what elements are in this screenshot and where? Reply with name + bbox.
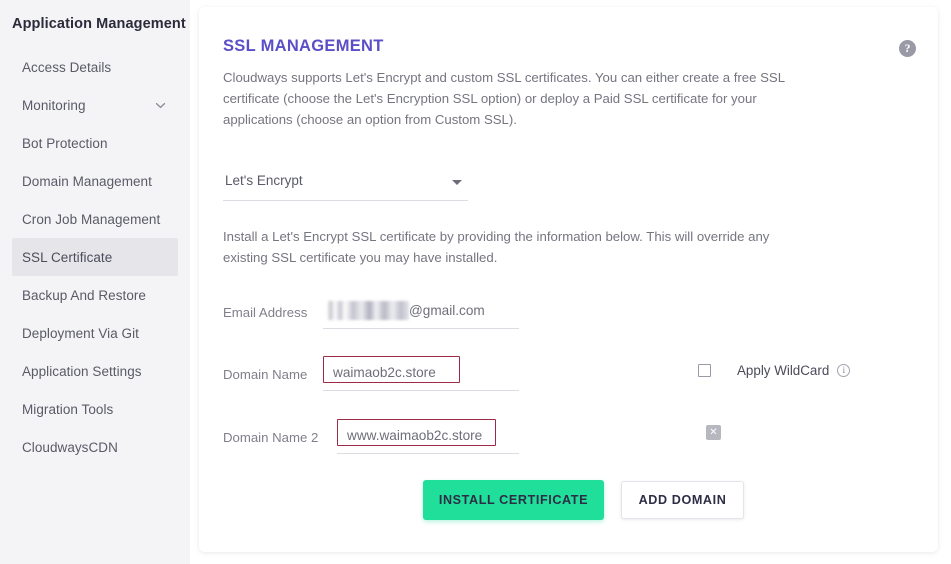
sidebar-item-deployment-via-git[interactable]: Deployment Via Git <box>12 314 178 352</box>
sidebar-item-cloudways-cdn[interactable]: CloudwaysCDN <box>12 428 178 466</box>
ssl-management-card: ? SSL MANAGEMENT Cloudways supports Let'… <box>199 7 938 552</box>
domain-name-field[interactable]: waimaob2c.store <box>323 356 519 391</box>
chevron-down-icon <box>155 100 166 111</box>
sidebar-item-label: Cron Job Management <box>22 211 161 227</box>
install-certificate-button[interactable]: INSTALL CERTIFICATE <box>423 480 604 520</box>
field-underline <box>337 453 519 454</box>
domain-name-2-field[interactable]: www.waimaob2c.store <box>337 419 519 454</box>
help-icon[interactable]: ? <box>899 40 916 57</box>
domain-name-2-value: www.waimaob2c.store <box>347 428 483 443</box>
sidebar-item-bot-protection[interactable]: Bot Protection <box>12 124 178 162</box>
sidebar-item-label: Domain Management <box>22 173 152 189</box>
ssl-type-select[interactable]: Let's Encrypt <box>223 167 468 201</box>
add-domain-button[interactable]: ADD DOMAIN <box>621 481 744 519</box>
sidebar-item-access-details[interactable]: Access Details <box>12 48 178 86</box>
email-field-value: @gmail.com <box>409 303 485 318</box>
domain-name-value: waimaob2c.store <box>333 365 436 380</box>
domain-name-2-label: Domain Name 2 <box>223 430 319 445</box>
sidebar-item-label: Bot Protection <box>22 135 108 151</box>
sidebar-title: Application Management <box>12 16 186 32</box>
sidebar-item-label: CloudwaysCDN <box>22 439 118 455</box>
sidebar-item-label: SSL Certificate <box>22 249 113 265</box>
domain-name-label: Domain Name <box>223 367 308 382</box>
apply-wildcard-checkbox[interactable] <box>698 364 711 377</box>
sidebar-nav-list: Access Details Monitoring Bot Protection… <box>0 48 190 466</box>
redacted-email-blur <box>327 301 409 320</box>
field-underline <box>323 390 519 391</box>
sidebar-item-monitoring[interactable]: Monitoring <box>12 86 178 124</box>
apply-wildcard-group: Apply WildCard i <box>698 363 851 378</box>
sidebar-item-label: Monitoring <box>22 97 86 113</box>
sidebar-item-label: Deployment Via Git <box>22 325 139 341</box>
install-description: Install a Let's Encrypt SSL certificate … <box>223 229 770 265</box>
chevron-down-icon <box>452 180 462 185</box>
field-underline <box>323 328 519 329</box>
email-address-label: Email Address <box>223 305 308 320</box>
email-field[interactable]: @gmail.com <box>323 297 519 329</box>
sidebar-item-label: Access Details <box>22 59 112 75</box>
info-icon[interactable]: i <box>837 364 851 377</box>
apply-wildcard-label: Apply WildCard <box>737 363 830 378</box>
sidebar-item-label: Backup And Restore <box>22 287 146 303</box>
ssl-type-selected-value: Let's Encrypt <box>225 173 303 188</box>
remove-domain-icon[interactable]: ✕ <box>706 425 721 440</box>
sidebar-item-domain-management[interactable]: Domain Management <box>12 162 178 200</box>
sidebar: Application Management Access Details Mo… <box>0 0 190 564</box>
page-title: SSL MANAGEMENT <box>223 37 384 55</box>
sidebar-item-migration-tools[interactable]: Migration Tools <box>12 390 178 428</box>
sidebar-item-label: Migration Tools <box>22 401 114 417</box>
panel-description: Cloudways supports Let's Encrypt and cus… <box>223 70 785 127</box>
sidebar-item-cron-job-management[interactable]: Cron Job Management <box>12 200 178 238</box>
sidebar-item-backup-and-restore[interactable]: Backup And Restore <box>12 276 178 314</box>
sidebar-item-label: Application Settings <box>22 363 142 379</box>
sidebar-item-ssl-certificate[interactable]: SSL Certificate <box>12 238 178 276</box>
sidebar-item-application-settings[interactable]: Application Settings <box>12 352 178 390</box>
